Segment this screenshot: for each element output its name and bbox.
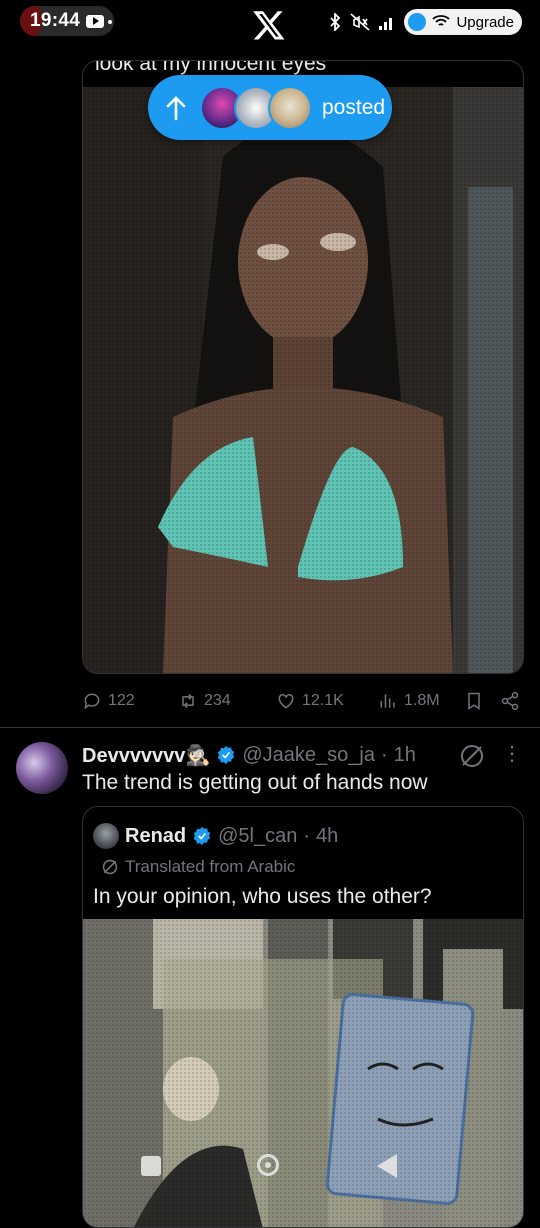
grok-icon[interactable] — [458, 742, 486, 770]
status-time-pill: 19:44 — [20, 6, 115, 36]
avatar — [268, 85, 312, 130]
repost-count: 234 — [204, 692, 231, 709]
verified-badge-icon — [193, 826, 211, 846]
recents-button[interactable] — [141, 1156, 161, 1176]
avatar[interactable] — [16, 742, 68, 794]
upgrade-text: Upgrade — [456, 13, 514, 31]
quote-text: In your opinion, who uses the other? — [93, 885, 432, 908]
signal-icon — [379, 18, 393, 30]
share-button[interactable] — [500, 691, 520, 711]
back-button[interactable] — [377, 1154, 397, 1178]
tweet-media-image[interactable]: look at my innocent eyes — [82, 60, 524, 674]
handle[interactable]: @Jaake_so_ja — [242, 744, 375, 767]
reply-count: 122 — [108, 692, 135, 709]
bluetooth-icon — [330, 13, 341, 31]
repost-button[interactable]: 234 — [178, 691, 231, 711]
share-icon — [501, 691, 519, 711]
tweet-header: Devvvvvvv🕵🏻 @Jaake_so_ja · 1h — [82, 742, 416, 768]
display-name[interactable]: Devvvvvvv🕵🏻 — [82, 743, 210, 768]
upgrade-pill[interactable]: Upgrade — [404, 9, 522, 35]
reply-button[interactable]: 122 — [82, 691, 135, 711]
arrow-up-icon — [156, 88, 196, 128]
home-button[interactable] — [257, 1154, 279, 1176]
views-icon — [380, 694, 395, 708]
quote-header: Renad @5l_can · 4h — [93, 823, 338, 849]
repost-icon — [182, 693, 194, 709]
more-options-icon[interactable]: ⋮ — [502, 744, 522, 768]
wifi-icon — [432, 15, 451, 26]
translated-label[interactable]: Translated from Arabic — [101, 857, 295, 877]
reply-icon — [84, 693, 100, 710]
new-posts-pill[interactable]: posted — [148, 75, 392, 140]
like-count: 12.1K — [302, 692, 344, 709]
bookmark-button[interactable] — [464, 691, 484, 711]
timestamp[interactable]: 1h — [394, 744, 416, 767]
tweet-action-bar: 122 234 12.1K 1.8M — [82, 684, 522, 718]
youtube-notification-icon — [86, 14, 105, 28]
globe-icon — [408, 13, 427, 31]
separator-dot: · — [380, 743, 388, 766]
separator-dot: · — [303, 824, 311, 847]
status-bar: 19:44 Upgrade — [0, 0, 540, 50]
tweet-text: The trend is getting out of hands now — [82, 771, 428, 794]
x-logo-icon[interactable] — [252, 8, 286, 42]
verified-badge-icon — [218, 745, 235, 765]
status-time: 19:44 — [30, 10, 81, 31]
photo — [83, 87, 523, 673]
avatar — [93, 823, 119, 849]
grok-icon — [102, 859, 118, 875]
notification-dot — [108, 20, 112, 24]
posted-label: posted — [322, 95, 386, 119]
like-button[interactable]: 12.1K — [276, 691, 344, 711]
mute-icon — [350, 13, 370, 31]
posters-avatars — [200, 85, 312, 130]
views-button[interactable]: 1.8M — [378, 691, 440, 711]
heart-icon — [278, 693, 294, 709]
status-icons: Upgrade — [328, 8, 522, 36]
views-count: 1.8M — [404, 692, 440, 709]
timestamp: 4h — [316, 824, 339, 847]
system-nav-bar — [0, 1140, 540, 1200]
handle: @5l_can — [218, 824, 298, 847]
display-name: Renad — [125, 824, 187, 847]
bookmark-icon — [468, 692, 480, 710]
divider — [0, 727, 540, 728]
